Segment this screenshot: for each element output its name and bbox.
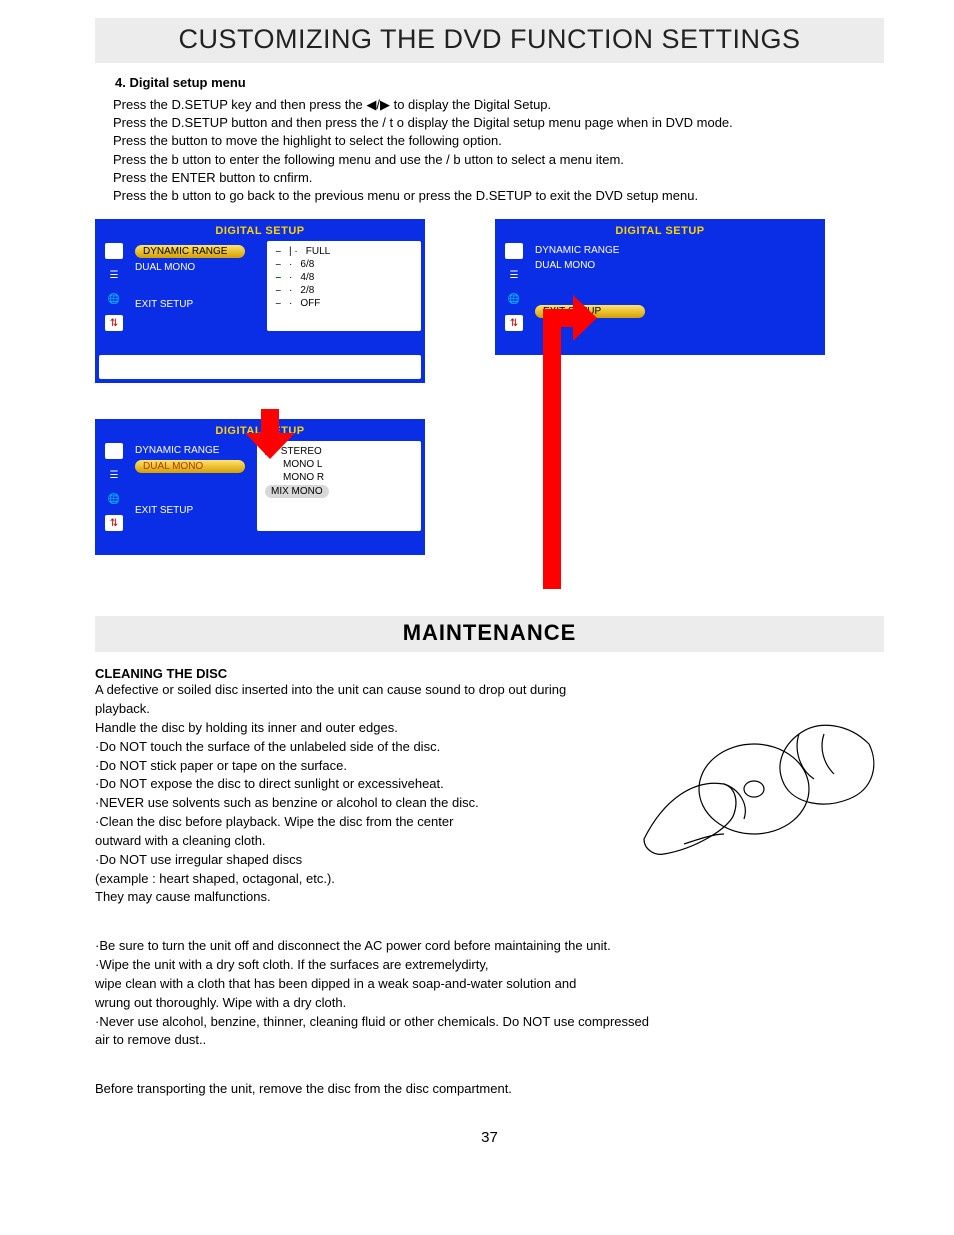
intro-line: Press the b utton to go back to the prev… (113, 187, 884, 205)
speaker-list-icon: ☰ (105, 467, 123, 483)
flow-arrow-right-icon (435, 309, 595, 589)
maint-line: ·Clean the disc before playback. Wipe th… (95, 813, 614, 832)
speaker-list-icon: ☰ (105, 267, 123, 283)
osd-diagram: DIGITAL SETUP 🖵 ☰ 🌐 ⇅ DYNAMIC RANGE ▶ DU… (95, 219, 884, 594)
submenu-arrow-icon: ▶ (248, 246, 256, 257)
flow-arrow-down-icon (245, 409, 293, 459)
osd-tab-icons: 🖵 ☰ 🌐 ⇅ (99, 441, 129, 531)
intro-line: Press the D.SETUP button and then press … (113, 114, 884, 132)
page-number: 37 (95, 1129, 884, 1146)
maint-line: ·Be sure to turn the unit off and discon… (95, 937, 884, 956)
maint-line: wrung out thoroughly. Wipe with a dry cl… (95, 994, 884, 1013)
menu-item-dual-mono: DUAL MONO (135, 260, 255, 275)
menu-item-dynamic-range: DYNAMIC RANGE (135, 443, 245, 458)
digital-tab-icon: ⇅ (105, 315, 123, 331)
maint-line: outward with a cleaning cloth. (95, 832, 614, 851)
maint-line: ·Do NOT expose the disc to direct sunlig… (95, 775, 614, 794)
range-opt: 4/8 (300, 272, 314, 283)
menu-item-dynamic-range: DYNAMIC RANGE (535, 243, 815, 258)
monitor-icon: 🖵 (105, 243, 123, 259)
monitor-icon: 🖵 (105, 443, 123, 459)
hands-cleaning-disc-illustration (624, 689, 884, 869)
maint-line: ·Wipe the unit with a dry soft cloth. If… (95, 956, 884, 975)
maint-line: (example : heart shaped, octagonal, etc.… (95, 870, 614, 889)
maint-line: Handle the disc by holding its inner and… (95, 719, 614, 738)
menu-item-dual-mono: DUAL MONO (135, 460, 245, 473)
osd-title: DIGITAL SETUP (95, 219, 425, 241)
range-opt: 2/8 (300, 285, 314, 296)
monitor-icon: 🖵 (505, 243, 523, 259)
mono-opt-highlight: MIX MONO (265, 485, 329, 498)
osd-panel-dynamic-range: DIGITAL SETUP 🖵 ☰ 🌐 ⇅ DYNAMIC RANGE ▶ DU… (95, 219, 425, 383)
globe-icon: 🌐 (105, 291, 123, 307)
maint-line: ·Never use alcohol, benzine, thinner, cl… (95, 1013, 884, 1032)
speaker-list-icon: ☰ (505, 267, 523, 283)
maint-line: wipe clean with a cloth that has been di… (95, 975, 884, 994)
intro-paragraph: Press the D.SETUP key and then press the… (113, 96, 884, 205)
maint-line: They may cause malfunctions. (95, 888, 614, 907)
transport-note: Before transporting the unit, remove the… (95, 1080, 884, 1099)
globe-icon: 🌐 (505, 291, 523, 307)
page-root: CUSTOMIZING THE DVD FUNCTION SETTINGS 4.… (0, 0, 954, 1176)
page-title: CUSTOMIZING THE DVD FUNCTION SETTINGS (95, 18, 884, 63)
cleaning-text-block: A defective or soiled disc inserted into… (95, 681, 614, 907)
menu-item-exit-setup: EXIT SETUP (135, 297, 255, 312)
maint-line: ·Do NOT use irregular shaped discs (95, 851, 614, 870)
section-heading: 4. Digital setup menu (115, 75, 884, 90)
range-opt: 6/8 (300, 259, 314, 270)
maint-line: air to remove dust.. (95, 1031, 884, 1050)
osd-title: DIGITAL SETUP (495, 219, 825, 241)
maint-line: ·Do NOT stick paper or tape on the surfa… (95, 757, 614, 776)
intro-line: Press the b utton to enter the following… (113, 151, 884, 169)
menu-item-dynamic-range: DYNAMIC RANGE (135, 245, 245, 258)
intro-line: Press the button to move the highlight t… (113, 132, 884, 150)
cleaning-subheading: CLEANING THE DISC (95, 666, 884, 681)
maint-line: A defective or soiled disc inserted into… (95, 681, 614, 700)
menu-item-exit-setup: EXIT SETUP (135, 503, 245, 518)
options-panel: –| ·FULL – ·6/8 – ·4/8 – ·2/8 – ·OFF (267, 241, 421, 331)
intro-line: Press the ENTER button to cnfirm. (113, 169, 884, 187)
mono-opt: MONO L (283, 459, 322, 470)
globe-icon: 🌐 (105, 491, 123, 507)
osd-tab-icons: 🖵 ☰ 🌐 ⇅ (99, 241, 129, 331)
maint-line: ·NEVER use solvents such as benzine or a… (95, 794, 614, 813)
intro-line: Press the D.SETUP key and then press the… (113, 96, 884, 114)
unit-care-text-block: ·Be sure to turn the unit off and discon… (95, 937, 884, 1050)
menu-item-dual-mono: DUAL MONO (535, 258, 815, 273)
maint-line: playback. (95, 700, 614, 719)
maintenance-heading: MAINTENANCE (95, 616, 884, 652)
range-opt: FULL (306, 246, 330, 257)
mono-opt: MONO R (283, 472, 324, 483)
maint-line: ·Do NOT touch the surface of the unlabel… (95, 738, 614, 757)
digital-tab-icon: ⇅ (105, 515, 123, 531)
range-opt: OFF (300, 298, 320, 309)
